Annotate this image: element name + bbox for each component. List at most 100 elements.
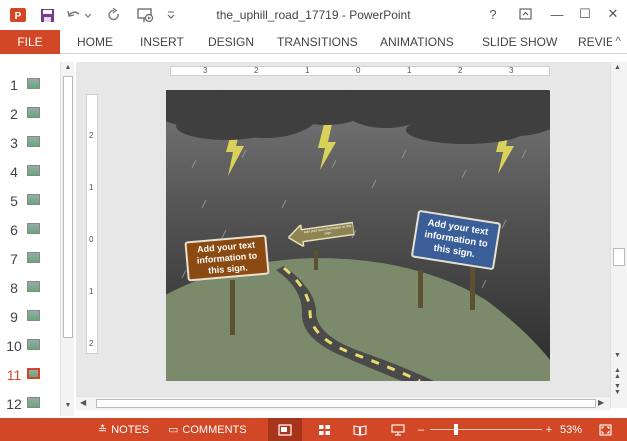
close-button[interactable]: ✕ (602, 4, 624, 24)
slide-thumbnail[interactable]: 12 (0, 393, 60, 413)
slide-thumbnail[interactable]: 8 (0, 277, 60, 297)
slide-sorter-button[interactable] (314, 418, 334, 441)
slide-thumbnail[interactable]: 3 (0, 132, 60, 152)
slide-thumbnail[interactable]: 4 (0, 161, 60, 181)
next-slide-icon[interactable]: ▼ ▼ (614, 383, 621, 396)
reading-view-icon (353, 424, 367, 436)
slide-scroll-thumb[interactable] (613, 248, 625, 266)
tab-home[interactable]: HOME (77, 35, 113, 49)
ruler-number: 1 (407, 66, 412, 75)
scroll-up-arrow-icon[interactable]: ▲ (63, 64, 73, 71)
zoom-in-button[interactable]: + (544, 418, 554, 441)
slide-number: 11 (6, 367, 22, 383)
tab-transitions[interactable]: TRANSITIONS (277, 35, 358, 49)
slide-thumbnail[interactable]: 6 (0, 219, 60, 239)
slide-number: 10 (6, 338, 22, 354)
tab-file[interactable]: FILE (0, 30, 60, 54)
slide-number: 12 (6, 396, 22, 412)
fit-slide-button[interactable] (596, 418, 614, 441)
tab-design[interactable]: DESIGN (208, 35, 254, 49)
notes-button[interactable]: ≛ NOTES (98, 418, 149, 441)
slide-canvas[interactable]: Add your text information to this sign. … (166, 90, 550, 381)
slide-show-button[interactable] (388, 418, 408, 441)
ribbon-display-options-icon[interactable] (514, 4, 536, 24)
comments-label: COMMENTS (182, 423, 247, 436)
zoom-level[interactable]: 53% (560, 418, 582, 441)
sign-post-right-b (470, 262, 475, 310)
slide-preview-icon (27, 368, 40, 379)
slide-preview-icon (27, 165, 40, 176)
zoom-out-button[interactable]: – (416, 418, 426, 441)
tab-animations[interactable]: ANIMATIONS (380, 35, 454, 49)
ruler-number: 0 (89, 235, 94, 244)
slide-thumbnail[interactable]: 2 (0, 103, 60, 123)
title-bar: P the_uphill_road_17719 - PowerPoint ? —… (0, 0, 627, 30)
slide-horizontal-scrollbar[interactable]: ◀ ▶ (76, 396, 610, 410)
scroll-down-arrow-icon[interactable]: ▼ (614, 352, 621, 359)
slide-number: 8 (10, 280, 18, 296)
previous-slide-icon[interactable]: ▲ ▲ (614, 367, 621, 380)
ruler-number: 1 (305, 66, 310, 75)
slide-number: 5 (10, 193, 18, 209)
zoom-slider[interactable] (430, 418, 542, 441)
storm-clouds (166, 90, 550, 144)
normal-view-button[interactable] (268, 418, 302, 441)
comments-button[interactable]: ▭ COMMENTS (168, 418, 247, 441)
sign-left-text: Add your text information to this sign. (196, 239, 258, 276)
ruler-number: 2 (458, 66, 463, 75)
scroll-right-arrow-icon[interactable]: ▶ (598, 398, 604, 407)
slide-sorter-icon (318, 424, 330, 435)
zoom-slider-handle[interactable] (454, 424, 458, 435)
slide-preview-icon (27, 310, 40, 321)
slide-preview-icon (27, 78, 40, 89)
status-bar: ≛ NOTES ▭ COMMENTS – + 53% (0, 418, 627, 441)
tab-slide-show[interactable]: SLIDE SHOW (482, 35, 557, 49)
sign-post-right-a (418, 270, 423, 308)
tab-insert[interactable]: INSERT (140, 35, 184, 49)
slide-thumbnail[interactable]: 7 (0, 248, 60, 268)
slide-thumbnail[interactable]: 11 (0, 364, 60, 384)
vertical-ruler: 2 1 0 1 2 (86, 94, 98, 354)
slide-preview-icon (27, 194, 40, 205)
scroll-down-arrow-icon[interactable]: ▼ (63, 402, 73, 409)
slide-thumbnail[interactable]: 1 (0, 74, 60, 94)
slide-vertical-scrollbar[interactable]: ▲ ▼ ▲ ▲ ▼ ▼ (610, 62, 627, 408)
slide-number: 3 (10, 135, 18, 151)
collapse-ribbon-button[interactable]: ^ (615, 34, 621, 48)
slide-thumbnail[interactable]: 5 (0, 190, 60, 210)
fit-to-window-icon (598, 423, 612, 436)
scroll-up-arrow-icon[interactable]: ▲ (614, 64, 621, 71)
slide-show-icon (391, 423, 405, 436)
ruler-number: 2 (89, 339, 94, 348)
slide-preview-icon (27, 252, 40, 263)
maximize-button[interactable]: ☐ (574, 4, 596, 24)
slide-thumbnail[interactable]: 9 (0, 306, 60, 326)
reading-view-button[interactable] (350, 418, 370, 441)
slide-number: 2 (10, 106, 18, 122)
thumbnail-scrollbar[interactable]: ▲ ▼ (60, 62, 74, 416)
notes-label: NOTES (111, 423, 150, 436)
slide-thumbnail[interactable]: 10 (0, 335, 60, 355)
ruler-number: 0 (356, 66, 361, 75)
scroll-left-arrow-icon[interactable]: ◀ (80, 398, 86, 407)
normal-view-icon (278, 423, 292, 436)
sign-left[interactable]: Add your text information to this sign. (184, 234, 270, 282)
ribbon-tabs: FILE HOME INSERT DESIGN TRANSITIONS ANIM… (0, 30, 627, 54)
thumbnail-scroll-thumb[interactable] (63, 76, 73, 338)
ruler-number: 3 (203, 66, 208, 75)
slide-number: 1 (10, 77, 18, 93)
tab-review[interactable]: REVIEW (578, 35, 612, 49)
ruler-number: 1 (89, 287, 94, 296)
comments-icon: ▭ (168, 424, 179, 436)
slide-number: 7 (10, 251, 18, 267)
horizontal-ruler: 3 2 1 0 1 2 3 (170, 66, 550, 76)
slide-preview-icon (27, 107, 40, 118)
help-button[interactable]: ? (482, 4, 504, 24)
minimize-button[interactable]: — (546, 4, 568, 24)
ruler-number: 3 (509, 66, 514, 75)
sign-right-text: Add your text information to this sign. (423, 217, 490, 261)
ruler-number: 2 (89, 131, 94, 140)
slide-preview-icon (27, 397, 40, 408)
slide-preview-icon (27, 223, 40, 234)
horizontal-scroll-thumb[interactable] (96, 399, 596, 408)
